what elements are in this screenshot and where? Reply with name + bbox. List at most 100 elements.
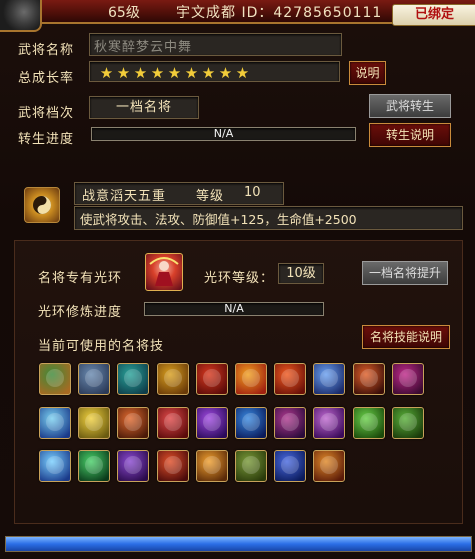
guardian-icon[interactable] xyxy=(117,450,150,482)
blue-storm-icon[interactable] xyxy=(274,450,307,482)
halo-level-label: 光环等级： xyxy=(204,271,275,286)
flame-wing-icon[interactable] xyxy=(235,363,267,395)
icon-shine xyxy=(398,412,417,431)
rebirth-progress-bar: N/A xyxy=(91,127,356,141)
fate-level-value: 10 xyxy=(244,185,261,200)
purple-vortex-icon[interactable] xyxy=(313,406,346,439)
halo-figure xyxy=(149,257,179,286)
icon-shine xyxy=(85,369,104,387)
icon-shine xyxy=(163,369,182,387)
crimson-slash-icon[interactable] xyxy=(195,363,228,395)
icon-shine xyxy=(281,412,300,431)
avatar xyxy=(0,0,42,32)
nature-warrior-icon[interactable] xyxy=(391,406,424,439)
fate-description-field: 使武将攻击、法攻、防御值+125，生命值+2500 xyxy=(74,206,463,230)
green-beast-icon[interactable] xyxy=(352,406,385,439)
star-icon: ★ xyxy=(99,64,114,82)
icon-shine xyxy=(124,369,143,387)
header-level: 65级 xyxy=(108,5,140,21)
icon-shine xyxy=(242,412,260,431)
general-name-label: 武将名称 xyxy=(18,43,75,58)
lightning-body-icon[interactable] xyxy=(39,450,71,482)
demon-wings-icon[interactable] xyxy=(391,363,424,395)
axe-strike-icon[interactable] xyxy=(39,363,71,395)
halo-label: 名将专有光环 xyxy=(38,271,123,286)
icon-shine xyxy=(163,456,182,474)
icon-shine xyxy=(202,369,221,387)
icon-shine xyxy=(124,456,143,474)
icon-shine xyxy=(281,456,300,474)
general-name-value: 秋寒醉梦云中舞 xyxy=(94,40,193,55)
icon-shine xyxy=(163,412,182,431)
icon-shine xyxy=(124,412,143,431)
icon-shine xyxy=(242,369,260,387)
star-icon: ★ xyxy=(150,64,165,82)
icon-shine xyxy=(46,456,64,474)
wave-orb-icon[interactable] xyxy=(235,406,267,439)
berserker-icon[interactable] xyxy=(352,363,385,395)
icon-shine xyxy=(85,456,104,474)
header-name-id: 宇文成都 ID：42785650111 xyxy=(176,5,383,21)
growth-rate-label: 总成长率 xyxy=(18,71,75,86)
bottom-progress-bar xyxy=(5,536,472,552)
skills-label: 当前可使用的名将技 xyxy=(38,339,165,354)
rebirth-button[interactable]: 武将转生 xyxy=(369,94,451,118)
heart-card-icon[interactable] xyxy=(156,406,189,439)
fate-title: 战意滔天五重 xyxy=(82,189,167,204)
green-ray-icon[interactable] xyxy=(78,450,111,482)
star-icon: ★ xyxy=(133,64,148,82)
icon-shine xyxy=(46,369,64,387)
halo-upgrade-button[interactable]: 一档名将提升 xyxy=(362,261,448,285)
fate-level-label: 等级 xyxy=(196,189,225,204)
rebirth-progress-text: N/A xyxy=(213,127,234,140)
flame-pillar-icon[interactable] xyxy=(156,450,189,482)
frost-bird-icon[interactable] xyxy=(39,406,71,439)
icon-shine xyxy=(359,369,378,387)
star-icon: ★ xyxy=(116,64,131,82)
growth-stars: ★ ★ ★ ★ ★ ★ ★ ★ ★ xyxy=(89,61,340,82)
icon-shine xyxy=(281,369,300,387)
star-icon: ★ xyxy=(167,64,182,82)
fire-burst-icon[interactable] xyxy=(195,450,228,482)
star-icon: ★ xyxy=(218,64,233,82)
bound-badge: 已绑定 xyxy=(392,4,475,26)
rebirth-help-button[interactable]: 转生说明 xyxy=(369,123,451,147)
halo-level-value: 10级 xyxy=(278,263,324,284)
halo-train-label: 光环修炼进度 xyxy=(38,305,123,320)
icon-shine xyxy=(398,369,417,387)
halo-icon[interactable] xyxy=(145,253,183,291)
skills-help-button[interactable]: 名将技能说明 xyxy=(362,325,450,349)
general-name-field[interactable]: 秋寒醉梦云中舞 xyxy=(89,33,342,56)
yin-yang-icon[interactable] xyxy=(24,187,60,223)
golden-blade-icon[interactable] xyxy=(156,363,189,395)
icon-shine xyxy=(46,412,64,431)
holy-light-icon[interactable] xyxy=(78,406,111,439)
fire-blade-icon[interactable] xyxy=(274,363,307,395)
star-icon: ★ xyxy=(235,64,250,82)
dark-summon-icon[interactable] xyxy=(274,406,307,439)
yin-yang-symbol xyxy=(33,196,51,214)
halo-train-progress-bar: N/A xyxy=(144,302,324,316)
rebirth-progress-label: 转生进度 xyxy=(18,132,75,147)
whirlwind-icon[interactable] xyxy=(117,363,150,395)
dragon-blast-icon[interactable] xyxy=(117,406,150,439)
rage-icon[interactable] xyxy=(313,450,346,482)
growth-help-button[interactable]: 说明 xyxy=(349,61,386,85)
hammer-icon[interactable] xyxy=(78,363,111,395)
icon-shine xyxy=(202,412,221,431)
ice-dash-icon[interactable] xyxy=(313,363,346,395)
icon-shine xyxy=(85,412,104,431)
icon-shine xyxy=(320,412,339,431)
fate-description: 使武将攻击、法攻、防御值+125，生命值+2500 xyxy=(80,212,357,227)
icon-shine xyxy=(320,456,339,474)
earth-warrior-icon[interactable] xyxy=(235,450,267,482)
icon-shine xyxy=(320,369,339,387)
icon-shine xyxy=(242,456,260,474)
general-info-panel: 65级 宇文成都 ID：42785650111 已绑定 武将名称 秋寒醉梦云中舞… xyxy=(0,0,475,559)
star-icon: ★ xyxy=(184,64,199,82)
icon-shine xyxy=(202,456,221,474)
fate-title-field: 战意滔天五重 等级 10 xyxy=(74,182,284,205)
tier-value: 一档名将 xyxy=(89,96,199,119)
spiral-icon[interactable] xyxy=(195,406,228,439)
halo-train-progress-text: N/A xyxy=(224,302,244,315)
